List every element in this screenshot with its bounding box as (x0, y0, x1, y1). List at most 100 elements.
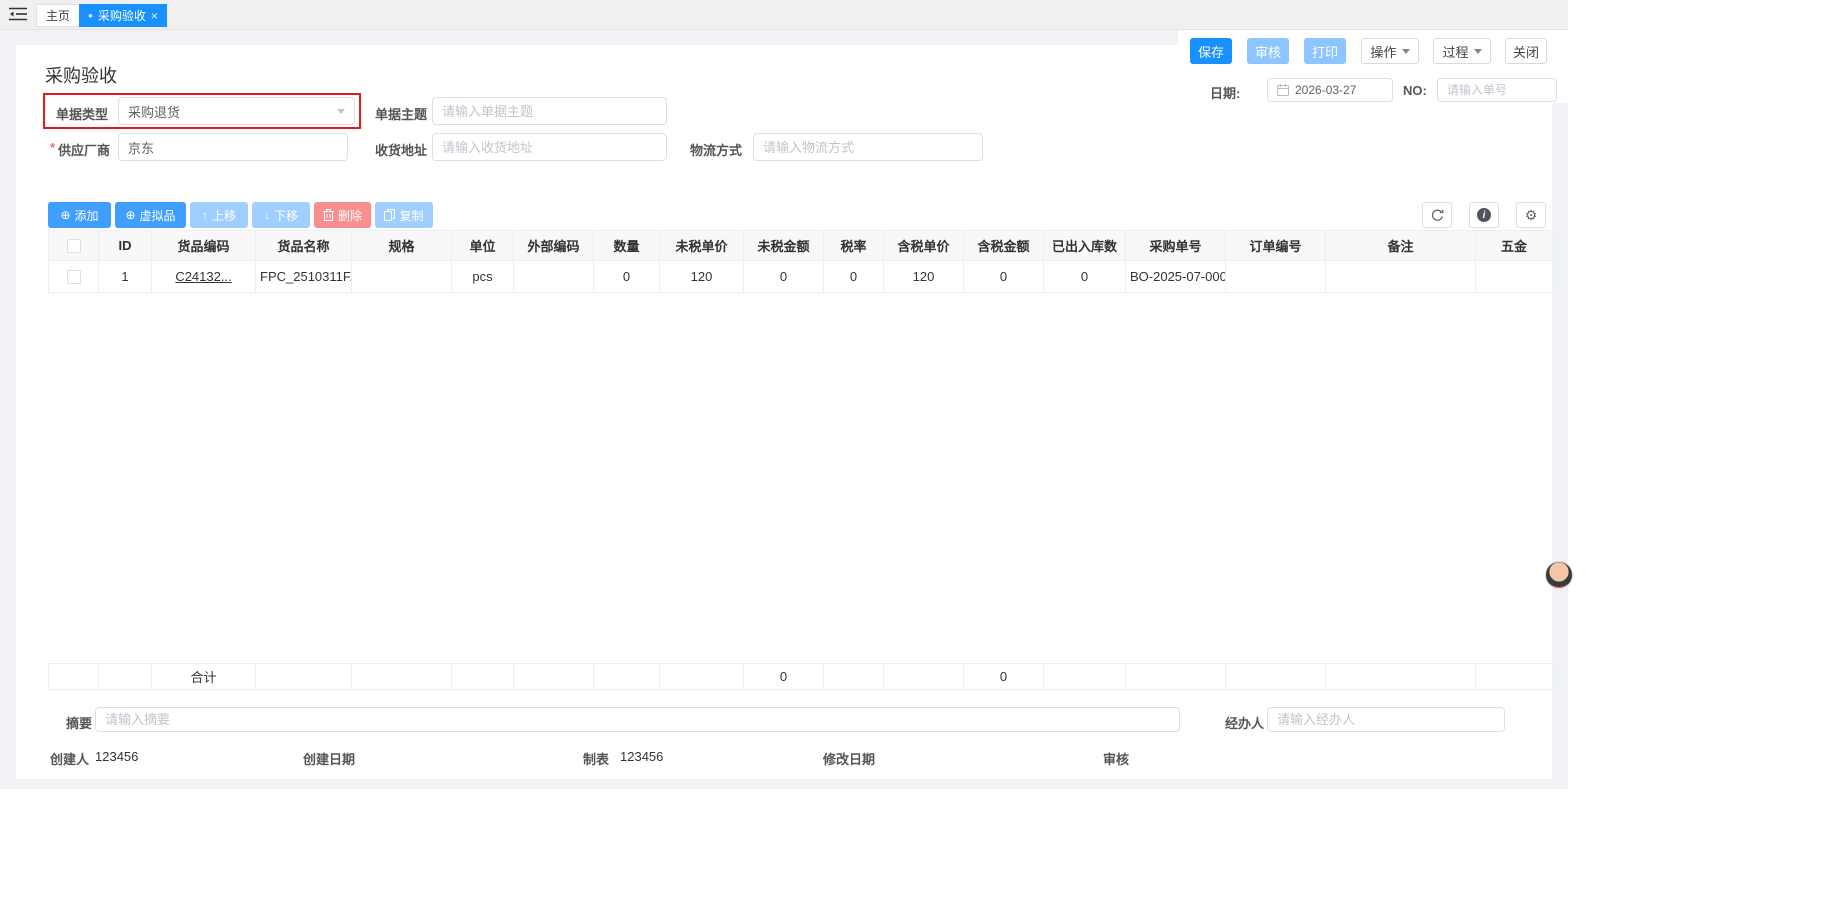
header-po-no: 采购单号 (1126, 231, 1226, 261)
footer-cell-empty (514, 664, 594, 690)
table-row[interactable]: 1 C24132... FPC_2510311F... pcs 0 120 0 … (49, 261, 1553, 293)
cell-tax-rate[interactable]: 0 (824, 261, 884, 293)
select-all-checkbox[interactable] (67, 239, 81, 253)
chevron-down-icon (1402, 49, 1410, 54)
modify-date-label: 修改日期 (823, 749, 875, 768)
avatar[interactable] (1545, 561, 1573, 589)
delete-row-button[interactable]: 删除 (314, 202, 371, 228)
doc-subject-input[interactable] (432, 97, 667, 125)
add-virtual-item-button[interactable]: ⊕虚拟品 (115, 202, 186, 228)
move-up-label: 上移 (212, 207, 236, 224)
trash-icon (323, 209, 334, 221)
tab-home-label: 主页 (46, 7, 70, 24)
plus-circle-icon: ⊕ (125, 208, 135, 222)
header-price-ex-tax: 未税单价 (660, 231, 744, 261)
table-body-empty-area (48, 293, 1552, 663)
summary-input[interactable] (95, 707, 1180, 732)
process-label: 过程 (1442, 42, 1468, 61)
tab-home[interactable]: 主页 (36, 4, 80, 27)
audit-label: 审核 (1103, 749, 1129, 768)
screen: 主页 ● 采购验收 × 保存 审核 打印 操作 过程 关闭 日期: 2026-0… (0, 0, 1824, 906)
menu-fold-icon[interactable] (9, 6, 27, 27)
chevron-down-icon (1474, 49, 1482, 54)
footer-cell-empty (1126, 664, 1226, 690)
header-tax-rate: 税率 (824, 231, 884, 261)
close-button[interactable]: 关闭 (1505, 38, 1547, 64)
creator-value: 123456 (95, 749, 138, 764)
arrow-up-icon: ↑ (202, 208, 208, 222)
doc-subject-label: 单据主题 (375, 104, 427, 123)
tab-close-icon[interactable]: × (151, 9, 158, 23)
supplier-input[interactable] (118, 133, 348, 161)
header-inout-qty: 已出入库数 (1044, 231, 1126, 261)
address-label: 收货地址 (375, 140, 427, 159)
header-id: ID (99, 231, 152, 261)
footer-total-label: 合计 (152, 664, 256, 690)
create-date-label: 创建日期 (303, 749, 355, 768)
tab-purchase-acceptance[interactable]: ● 采购验收 × (79, 4, 167, 27)
header-amount-inc-tax: 含税金额 (964, 231, 1044, 261)
header-remark: 备注 (1326, 231, 1476, 261)
table-footer-row: 合计 0 0 (49, 664, 1553, 690)
header-hardware: 五金 (1476, 231, 1553, 261)
arrow-down-icon: ↓ (264, 208, 270, 222)
gear-icon: ⚙ (1525, 207, 1538, 224)
footer-cell-empty (352, 664, 452, 690)
row-checkbox[interactable] (67, 270, 81, 284)
cell-item-code: C24132... (152, 261, 256, 293)
info-button[interactable]: i (1469, 202, 1499, 228)
footer-cell-empty (824, 664, 884, 690)
operate-dropdown-button[interactable]: 操作 (1361, 38, 1419, 64)
doc-type-label: 单据类型 (56, 104, 108, 123)
logistics-label: 物流方式 (690, 140, 742, 159)
item-code-link[interactable]: C24132... (175, 269, 231, 284)
cell-qty[interactable]: 0 (594, 261, 660, 293)
footer-cell-empty (1476, 664, 1553, 690)
address-input[interactable] (432, 133, 667, 161)
required-asterisk: * (50, 140, 55, 155)
cell-po-no: BO-2025-07-0002 (1126, 261, 1226, 293)
delete-label: 删除 (338, 207, 362, 224)
no-input[interactable] (1437, 78, 1557, 102)
cell-remark[interactable] (1326, 261, 1476, 293)
cell-ext-code (514, 261, 594, 293)
agent-input[interactable] (1267, 707, 1505, 732)
move-down-button[interactable]: ↓下移 (252, 202, 310, 228)
footer-cell-empty (256, 664, 352, 690)
tab-active-dot: ● (88, 12, 93, 20)
refresh-button[interactable] (1422, 202, 1452, 228)
agent-label: 经办人 (1225, 713, 1264, 732)
add-row-button[interactable]: ⊕添加 (48, 202, 111, 228)
table-header-row: ID 货品编码 货品名称 规格 单位 外部编码 数量 未税单价 未税金额 税率 … (49, 231, 1553, 261)
cell-order-no (1226, 261, 1326, 293)
plus-circle-icon: ⊕ (60, 208, 70, 222)
copy-label: 复制 (399, 207, 423, 224)
copy-icon (384, 209, 395, 221)
print-button[interactable]: 打印 (1304, 38, 1346, 64)
copy-row-button[interactable]: 复制 (375, 202, 433, 228)
header-qty: 数量 (594, 231, 660, 261)
logistics-input[interactable] (753, 133, 983, 161)
refresh-icon (1431, 209, 1444, 222)
date-label: 日期: (1210, 83, 1240, 102)
header-item-code: 货品编码 (152, 231, 256, 261)
audit-button[interactable]: 审核 (1247, 38, 1289, 64)
cell-price-ex-tax[interactable]: 120 (660, 261, 744, 293)
cell-hardware (1476, 261, 1553, 293)
footer-cell-empty (1044, 664, 1126, 690)
doc-type-select[interactable]: 采购退货 (118, 97, 355, 125)
footer-cell-empty (884, 664, 964, 690)
date-input[interactable]: 2026-03-27 (1267, 78, 1393, 102)
cell-price-inc-tax[interactable]: 120 (884, 261, 964, 293)
header-order-no: 订单编号 (1226, 231, 1326, 261)
process-dropdown-button[interactable]: 过程 (1433, 38, 1491, 64)
page-title: 采购验收 (45, 62, 117, 88)
footer-cell-empty (1226, 664, 1326, 690)
save-button[interactable]: 保存 (1190, 38, 1232, 64)
cell-amount-ex-tax: 0 (744, 261, 824, 293)
move-up-button[interactable]: ↑ 上移 (190, 202, 248, 228)
settings-button[interactable]: ⚙ (1516, 202, 1546, 228)
header-select-all (49, 231, 99, 261)
maker-value: 123456 (620, 749, 663, 764)
cell-amount-inc-tax: 0 (964, 261, 1044, 293)
